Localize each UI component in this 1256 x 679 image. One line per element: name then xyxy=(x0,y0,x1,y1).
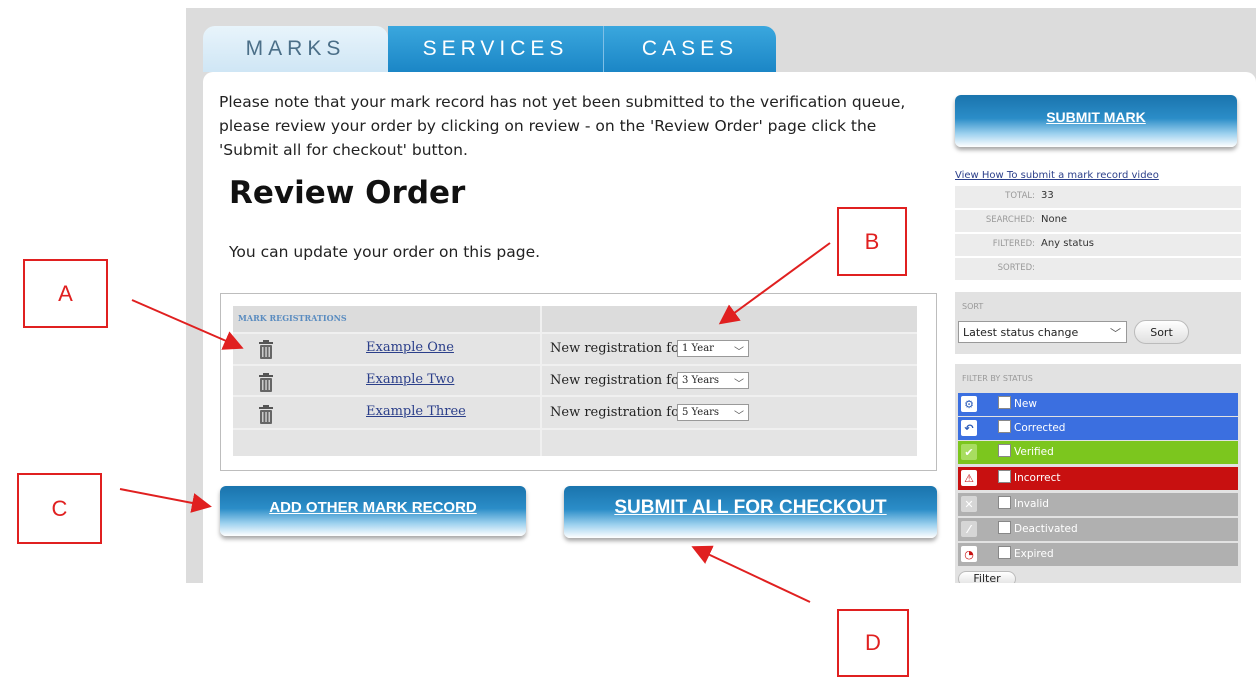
page-title: Review Order xyxy=(229,175,466,211)
stat-value: Any status xyxy=(1041,238,1095,249)
gear-icon: ⚙ xyxy=(961,396,977,412)
row-divider xyxy=(233,364,917,366)
status-checkbox[interactable] xyxy=(998,470,1011,483)
stat-row-searched: SEARCHED: None xyxy=(955,210,1241,233)
status-checkbox[interactable] xyxy=(998,420,1011,433)
status-filter-corrected[interactable]: ↶ Corrected xyxy=(958,417,1238,440)
registration-period-select[interactable]: 5 Years ﹀ xyxy=(677,404,749,422)
stat-label: FILTERED: xyxy=(992,239,1035,249)
trash-icon[interactable] xyxy=(258,373,274,393)
status-checkbox[interactable] xyxy=(998,396,1011,409)
row-divider xyxy=(233,395,917,397)
status-label: Invalid xyxy=(1014,498,1049,510)
status-label: Corrected xyxy=(1014,422,1066,434)
submit-all-for-checkout-button[interactable]: SUBMIT ALL FOR CHECKOUT xyxy=(564,486,937,538)
annotation-label-c: C xyxy=(17,473,102,544)
update-instruction: You can update your order on this page. xyxy=(229,243,541,261)
status-filter-new[interactable]: ⚙ New xyxy=(958,393,1238,416)
chevron-down-icon: ﹀ xyxy=(1110,327,1121,340)
selected-period: 1 Year xyxy=(682,343,714,354)
sort-button[interactable]: Sort xyxy=(1134,320,1189,344)
submission-notice: Please note that your mark record has no… xyxy=(219,93,906,159)
slash-icon: ⁄ xyxy=(961,521,977,537)
status-filter-deactivated[interactable]: ⁄ Deactivated xyxy=(958,518,1238,541)
chevron-down-icon: ﹀ xyxy=(734,411,744,422)
registration-period-select[interactable]: 1 Year ﹀ xyxy=(677,340,749,358)
selected-period: 3 Years xyxy=(682,375,720,386)
registration-period-select[interactable]: 3 Years ﹀ xyxy=(677,372,749,390)
stat-row-total: TOTAL: 33 xyxy=(955,186,1241,209)
check-icon: ✔ xyxy=(961,444,977,460)
tab-marks[interactable]: MARKS xyxy=(203,26,388,72)
mark-link[interactable]: Example Three xyxy=(366,404,466,419)
how-to-video-link[interactable]: View How To submit a mark record video xyxy=(955,170,1159,181)
x-icon: ✕ xyxy=(961,496,977,512)
status-checkbox[interactable] xyxy=(998,496,1011,509)
status-label: Verified xyxy=(1014,446,1054,458)
status-label: Deactivated xyxy=(1014,523,1078,535)
submit-mark-button[interactable]: SUBMIT MARK xyxy=(955,95,1237,147)
sort-heading: SORT xyxy=(962,302,984,311)
chevron-down-icon: ﹀ xyxy=(734,347,744,358)
warning-icon: ⚠ xyxy=(961,470,977,486)
stat-value: 33 xyxy=(1041,190,1054,201)
status-label: Incorrect xyxy=(1014,472,1061,484)
stat-label: SEARCHED: xyxy=(985,215,1035,225)
column-divider xyxy=(540,306,542,456)
registration-label: New registration for xyxy=(550,373,686,388)
sort-selected-value: Latest status change xyxy=(963,325,1079,339)
mark-registrations-heading: MARK REGISTRATIONS xyxy=(238,313,347,323)
status-checkbox[interactable] xyxy=(998,546,1011,559)
undo-icon: ↶ xyxy=(961,420,977,436)
filter-heading: FILTER BY STATUS xyxy=(962,374,1033,383)
page-background xyxy=(0,583,1256,679)
annotation-label-a: A xyxy=(23,259,108,328)
registration-label: New registration for xyxy=(550,405,686,420)
chevron-down-icon: ﹀ xyxy=(734,379,744,390)
status-checkbox[interactable] xyxy=(998,444,1011,457)
status-filter-invalid[interactable]: ✕ Invalid xyxy=(958,493,1238,516)
stat-row-filtered: FILTERED: Any status xyxy=(955,234,1241,257)
row-divider xyxy=(233,428,917,430)
status-checkbox[interactable] xyxy=(998,521,1011,534)
tab-services[interactable]: SERVICES xyxy=(388,26,604,72)
selected-period: 5 Years xyxy=(682,407,720,418)
status-filter-verified[interactable]: ✔ Verified xyxy=(958,441,1238,464)
stat-row-sorted: SORTED: xyxy=(955,258,1241,281)
sort-select[interactable]: Latest status change ﹀ xyxy=(958,321,1127,343)
status-filter-expired[interactable]: ◔ Expired xyxy=(958,543,1238,566)
stat-label: TOTAL: xyxy=(1005,191,1035,201)
status-label: Expired xyxy=(1014,548,1054,560)
stat-value: None xyxy=(1041,214,1068,225)
annotation-label-b: B xyxy=(837,207,907,276)
clock-icon: ◔ xyxy=(961,546,977,562)
row-divider xyxy=(233,332,917,334)
annotation-label-d: D xyxy=(837,609,909,677)
status-label: New xyxy=(1014,398,1037,410)
add-other-mark-record-button[interactable]: ADD OTHER MARK RECORD xyxy=(220,486,526,536)
status-filter-incorrect[interactable]: ⚠ Incorrect xyxy=(958,467,1238,490)
trash-icon[interactable] xyxy=(258,340,274,360)
stat-label: SORTED: xyxy=(997,263,1035,273)
mark-link[interactable]: Example Two xyxy=(366,372,454,387)
tab-cases[interactable]: CASES xyxy=(604,26,776,72)
mark-link[interactable]: Example One xyxy=(366,340,454,355)
trash-icon[interactable] xyxy=(258,405,274,425)
registration-label: New registration for xyxy=(550,341,686,356)
